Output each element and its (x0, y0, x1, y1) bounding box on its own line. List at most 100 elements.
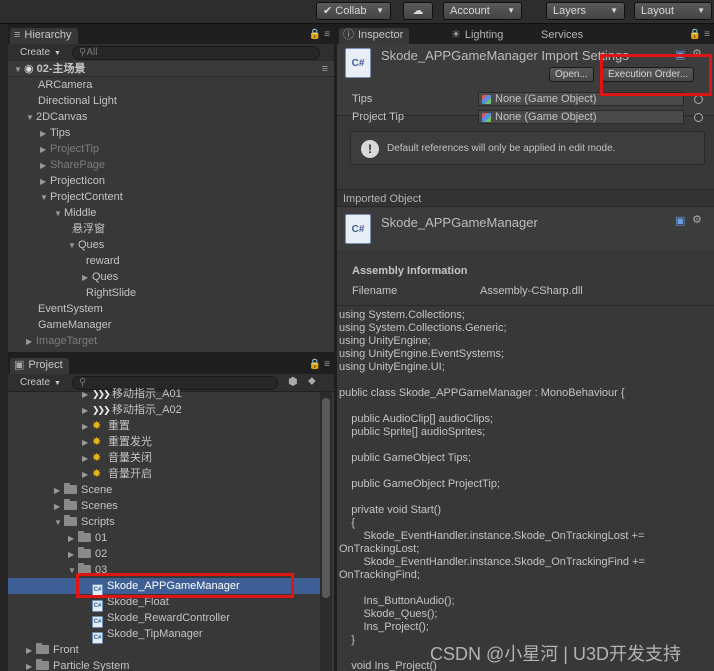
expand-arrow-icon[interactable]: ▶ (26, 334, 36, 350)
help-book-icon[interactable]: ▣ (675, 48, 685, 61)
expand-arrow-icon[interactable]: ▶ (54, 483, 64, 499)
hierarchy-item[interactable]: RightSlide (8, 285, 334, 301)
expand-arrow-icon[interactable]: ▶ (54, 499, 64, 515)
gear-icon[interactable]: ⚙ (692, 213, 702, 226)
panel-menu-icon[interactable]: 🔒 ≡ (309, 29, 330, 40)
collapse-arrow-icon[interactable]: ▼ (68, 238, 78, 254)
project-item[interactable]: ▶ ❯❯❯ 移动指示_A02 (8, 402, 320, 418)
project-item[interactable]: ▼ 03 (8, 562, 320, 578)
scroll-thumb[interactable] (322, 398, 330, 598)
search-input[interactable]: ⚲All (72, 46, 320, 60)
layout-dropdown[interactable]: Layout ▼ (634, 2, 712, 20)
collapse-arrow-icon[interactable]: ▼ (54, 515, 64, 531)
object-picker-icon[interactable] (694, 95, 703, 104)
project-scrollbar[interactable] (320, 392, 332, 671)
hierarchy-item-label: ProjectContent (50, 191, 123, 203)
tab-services[interactable]: Services (537, 28, 589, 44)
expand-arrow-icon[interactable]: ▶ (68, 547, 78, 563)
expand-arrow-icon[interactable]: ▶ (82, 451, 92, 467)
csharp-script-icon: C# (345, 214, 371, 244)
hierarchy-item[interactable]: ▼ Ques (8, 237, 334, 253)
hierarchy-item[interactable]: ▶ Ques (8, 269, 334, 285)
cloud-button[interactable]: ☁ (403, 2, 433, 20)
expand-arrow-icon[interactable]: ▶ (26, 643, 36, 659)
expand-arrow-icon[interactable]: ▶ (40, 174, 50, 190)
hierarchy-item[interactable]: GameManager (8, 317, 334, 333)
panel-menu-icon[interactable]: 🔒 ≡ (309, 359, 330, 370)
hierarchy-item[interactable]: EventSystem (8, 301, 334, 317)
hierarchy-item[interactable]: ▶ ProjectTip (8, 141, 334, 157)
expand-arrow-icon[interactable]: ▶ (82, 435, 92, 451)
scene-row[interactable]: ▼ ◉ 02-主场景 ≡ (8, 61, 334, 77)
project-item[interactable]: C# Skode_TipManager (8, 626, 320, 644)
collapse-arrow-icon[interactable]: ▼ (26, 110, 36, 126)
hierarchy-item-label: Middle (64, 207, 97, 219)
expand-arrow-icon[interactable]: ▶ (40, 126, 50, 142)
hierarchy-item[interactable]: ▶ ProjectIcon (8, 173, 334, 189)
object-picker-icon[interactable] (694, 113, 703, 122)
project-item[interactable]: ▶ ✸ 重置发光 (8, 434, 320, 450)
expand-arrow-icon[interactable]: ▶ (82, 403, 92, 419)
divider (337, 305, 714, 306)
collapse-arrow-icon[interactable]: ▼ (68, 563, 78, 579)
project-tip-object-field[interactable]: None (Game Object) (478, 110, 684, 124)
collab-button[interactable]: ✔ Collab ▼ (316, 2, 391, 20)
tab-project[interactable]: ▣ Project (10, 358, 69, 374)
project-item[interactable]: ▶ 01 (8, 530, 320, 546)
create-dropdown[interactable]: Create ▼ (20, 46, 61, 60)
hierarchy-item[interactable]: Directional Light (8, 93, 334, 109)
project-item[interactable]: ▶ ✸ 音量开启 (8, 466, 320, 482)
hierarchy-item[interactable]: ▶ ImageTarget (8, 333, 334, 349)
hierarchy-item[interactable]: ▶ SharePage (8, 157, 334, 173)
project-item[interactable]: ▶ ✸ 重置 (8, 418, 320, 434)
hierarchy-item[interactable]: reward (8, 253, 334, 269)
folder-icon (36, 659, 49, 670)
project-item[interactable]: ▶ Front (8, 642, 320, 658)
project-item[interactable]: C# Skode_RewardController (8, 610, 320, 628)
expand-arrow-icon[interactable]: ▶ (82, 467, 92, 483)
collapse-arrow-icon[interactable]: ▼ (40, 190, 50, 206)
expand-arrow-icon[interactable]: ▶ (40, 158, 50, 174)
account-dropdown[interactable]: Account ▼ (443, 2, 522, 20)
gear-icon[interactable]: ⚙ (692, 47, 702, 60)
hierarchy-item[interactable]: ▼ Middle (8, 205, 334, 221)
panel-menu-icon[interactable]: 🔒 ≡ (689, 29, 710, 40)
project-item[interactable]: ▼ Scripts (8, 514, 320, 530)
collapse-arrow-icon[interactable]: ▼ (54, 206, 64, 222)
expand-arrow-icon[interactable]: ▶ (68, 531, 78, 547)
hierarchy-item[interactable]: ▼ 2DCanvas (8, 109, 334, 125)
project-item[interactable]: ▶ Scene (8, 482, 320, 498)
hierarchy-item[interactable]: 悬浮窗 (8, 221, 334, 237)
execution-order-button[interactable]: Execution Order... (602, 67, 695, 82)
open-button[interactable]: Open... (549, 67, 594, 82)
project-item[interactable]: ▶ ❯❯❯ 移动指示_A01 (8, 386, 320, 402)
hierarchy-item-label: Ques (78, 239, 105, 251)
code-line: Ins_Project(); (339, 621, 429, 633)
help-book-icon[interactable]: ▣ (675, 214, 685, 227)
project-item[interactable]: ▶ ✸ 音量关闭 (8, 450, 320, 466)
tips-value: None (Game Object) (495, 93, 597, 105)
code-line: Skode_Ques(); (339, 608, 438, 620)
tab-inspector[interactable]: ⓘ Inspector (339, 28, 410, 44)
tab-lighting[interactable]: ☀ Lighting (447, 28, 509, 44)
expand-arrow-icon[interactable]: ▶ (82, 270, 92, 286)
tips-object-field[interactable]: None (Game Object) (478, 92, 684, 106)
project-item[interactable]: ▶ 02 (8, 546, 320, 562)
expand-arrow-icon[interactable]: ▶ (40, 142, 50, 158)
project-item[interactable]: C# Skode_Float (8, 594, 320, 612)
project-item[interactable]: ▶ Particle System (8, 658, 320, 671)
tab-hierarchy[interactable]: ≡ Hierarchy (10, 28, 78, 44)
hierarchy-item[interactable]: ▶ Tips (8, 125, 334, 141)
layers-dropdown[interactable]: Layers ▼ (546, 2, 625, 20)
project-item[interactable]: C# Skode_APPGameManager (8, 578, 320, 596)
expand-arrow-icon[interactable]: ▶ (26, 659, 36, 671)
expand-arrow-icon[interactable]: ▶ (82, 387, 92, 403)
expand-arrow-icon[interactable]: ▼ (14, 62, 24, 78)
project-item[interactable]: ▶ Scenes (8, 498, 320, 514)
hierarchy-item[interactable]: ▼ ProjectContent (8, 189, 334, 205)
project-item-label: 移动指示_A02 (112, 404, 182, 416)
inspector-panel: ⓘ Inspector ☀ Lighting Services 🔒 ≡ C# Sko… (337, 26, 714, 671)
hierarchy-item[interactable]: ARCamera (8, 77, 334, 93)
scene-menu-icon[interactable]: ≡ (322, 61, 328, 77)
expand-arrow-icon[interactable]: ▶ (82, 419, 92, 435)
